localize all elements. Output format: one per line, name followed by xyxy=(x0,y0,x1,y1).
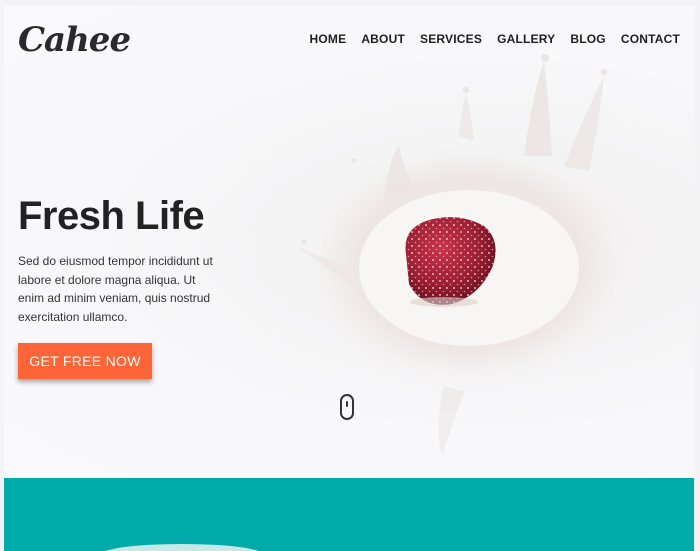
nav-item-gallery[interactable]: GALLERY xyxy=(497,32,555,46)
nav-item-services[interactable]: SERVICES xyxy=(420,32,482,46)
hero-headline: Fresh Life xyxy=(18,194,205,238)
mouse-scroll-icon[interactable] xyxy=(340,394,354,420)
brand-logo[interactable]: Cahee xyxy=(18,20,131,60)
page-frame: Cahee HOME ABOUT SERVICES GALLERY BLOG C… xyxy=(4,6,694,551)
nav-item-home[interactable]: HOME xyxy=(310,32,347,46)
main-nav: HOME ABOUT SERVICES GALLERY BLOG CONTACT xyxy=(310,32,681,46)
hero-section: Cahee HOME ABOUT SERVICES GALLERY BLOG C… xyxy=(4,6,694,478)
teal-section xyxy=(4,478,694,551)
get-free-now-button[interactable]: GET FREE NOW xyxy=(18,343,152,379)
hero-description: Sed do eiusmod tempor incididunt ut labo… xyxy=(18,254,213,324)
nav-item-contact[interactable]: CONTACT xyxy=(621,32,680,46)
nav-item-about[interactable]: ABOUT xyxy=(361,32,405,46)
nav-item-blog[interactable]: BLOG xyxy=(570,32,605,46)
section-curve-decoration xyxy=(102,544,262,551)
